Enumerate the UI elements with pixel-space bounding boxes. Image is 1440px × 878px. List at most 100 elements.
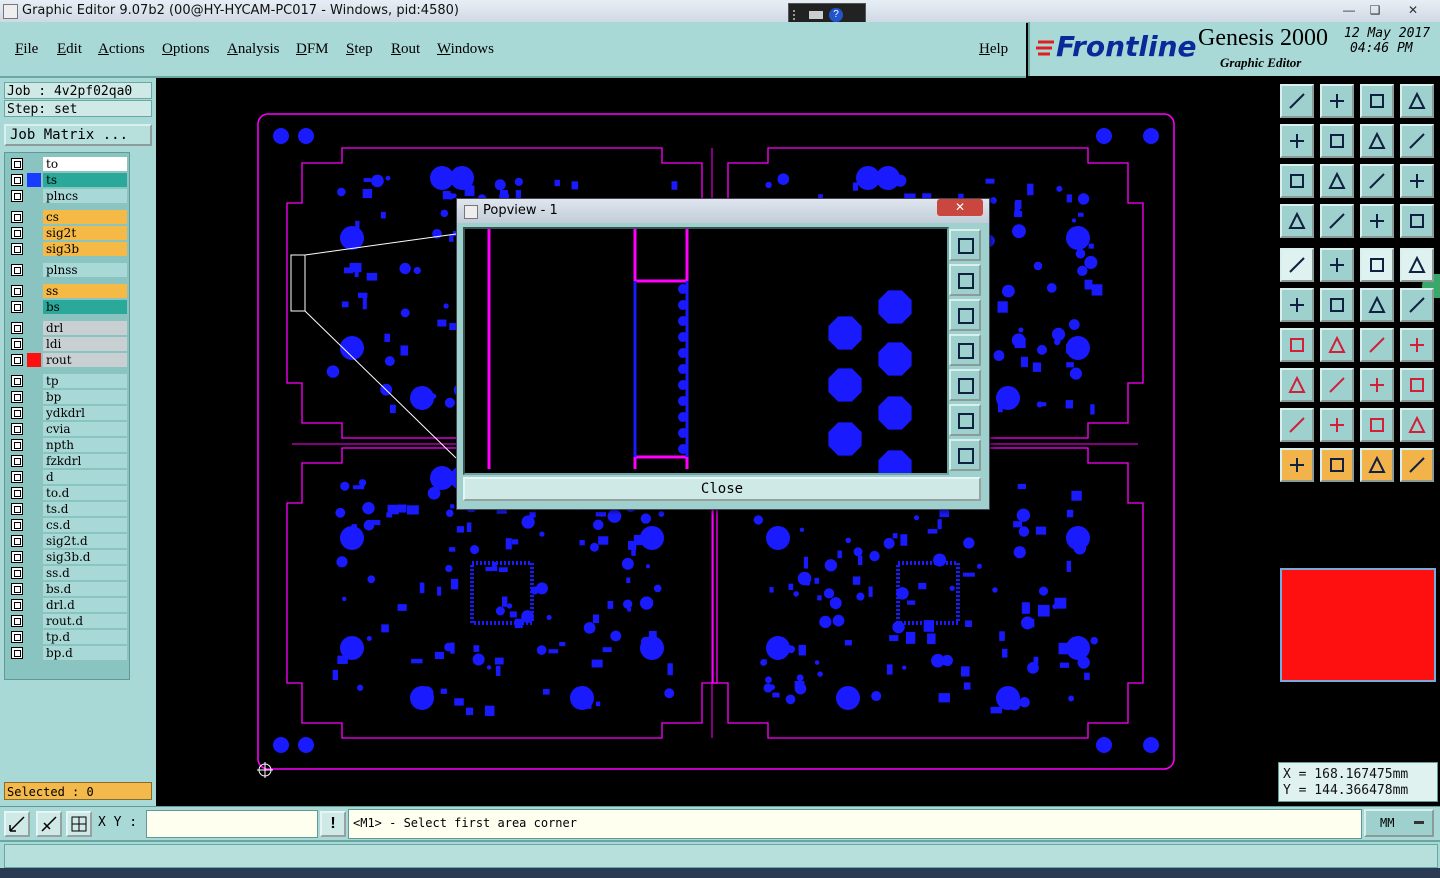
layer-row-sig3b-d[interactable]: sig3b.d xyxy=(9,550,127,564)
layer-checkbox[interactable] xyxy=(11,301,23,313)
layer-row-plnss[interactable]: plnss xyxy=(9,263,127,277)
zoom-extent-button[interactable] xyxy=(1280,164,1314,198)
layer-checkbox[interactable] xyxy=(11,567,23,579)
layer-color-swatch[interactable] xyxy=(27,242,41,256)
layer-name[interactable]: fzkdrl xyxy=(43,454,127,468)
popview-up-button[interactable] xyxy=(949,264,981,296)
triangle-button[interactable] xyxy=(1280,408,1314,442)
layer-color-swatch[interactable] xyxy=(27,406,41,420)
layer-name[interactable]: rout.d xyxy=(43,614,127,628)
layer-row-ts-d[interactable]: ts.d xyxy=(9,502,127,516)
layer-color-swatch[interactable] xyxy=(27,454,41,468)
bridge-button[interactable] xyxy=(1400,408,1434,442)
snap-mode-button[interactable] xyxy=(4,811,30,837)
layer-row-bp[interactable]: bp xyxy=(9,390,127,404)
layer-color-swatch[interactable] xyxy=(27,353,41,367)
layer-color-swatch[interactable] xyxy=(27,582,41,596)
ruler-button[interactable] xyxy=(1360,248,1394,282)
layer-name[interactable]: drl.d xyxy=(43,598,127,612)
transform-button[interactable] xyxy=(1400,448,1434,482)
layer-checkbox[interactable] xyxy=(11,375,23,387)
layer-name[interactable]: sig2t xyxy=(43,226,127,240)
layer-row-ss[interactable]: ss xyxy=(9,284,127,298)
layer-color-swatch[interactable] xyxy=(27,646,41,660)
menu-help[interactable]: Help xyxy=(979,41,1008,58)
layer-checkbox[interactable] xyxy=(11,227,23,239)
layer-color-swatch[interactable] xyxy=(27,300,41,314)
layer-name[interactable]: rout xyxy=(43,353,127,367)
popview-center-button[interactable] xyxy=(949,439,981,471)
layer-color-swatch[interactable] xyxy=(27,470,41,484)
layer-row-rout-d[interactable]: rout.d xyxy=(9,614,127,628)
menu-actions[interactable]: Actions xyxy=(98,41,145,58)
layer-checkbox[interactable] xyxy=(11,519,23,531)
layer-checkbox[interactable] xyxy=(11,503,23,515)
layer-name[interactable]: d xyxy=(43,470,127,484)
layer-name[interactable]: bs xyxy=(43,300,127,314)
grid-mode-button[interactable] xyxy=(66,811,92,837)
query-button[interactable] xyxy=(1400,164,1434,198)
popview-zoom-button[interactable] xyxy=(949,229,981,261)
layer-color-swatch[interactable] xyxy=(27,518,41,532)
layer-name[interactable]: plncs xyxy=(43,189,127,203)
popview-right-button[interactable] xyxy=(949,369,981,401)
layer-checkbox[interactable] xyxy=(11,583,23,595)
menu-dfm[interactable]: DFM xyxy=(296,41,329,58)
layer-name[interactable]: ldi xyxy=(43,337,127,351)
layer-checkbox[interactable] xyxy=(11,211,23,223)
layer-row-cs-d[interactable]: cs.d xyxy=(9,518,127,532)
cross-button[interactable] xyxy=(1320,288,1354,322)
layer-checkbox[interactable] xyxy=(11,322,23,334)
layer-checkbox[interactable] xyxy=(11,391,23,403)
color-button[interactable] xyxy=(1320,248,1354,282)
layer-row-bs[interactable]: bs xyxy=(9,300,127,314)
layer-row-to-d[interactable]: to.d xyxy=(9,486,127,500)
layer-name[interactable]: drl xyxy=(43,321,127,335)
layer-name[interactable]: ts.d xyxy=(43,502,127,516)
layer-row-tp-d[interactable]: tp.d xyxy=(9,630,127,644)
layers-alt-button[interactable] xyxy=(1400,204,1434,238)
settings-button[interactable] xyxy=(1280,204,1314,238)
zoom-in-button[interactable] xyxy=(1320,84,1354,118)
layer-checkbox[interactable] xyxy=(11,243,23,255)
move-button[interactable] xyxy=(1280,368,1314,402)
layer-name[interactable]: npth xyxy=(43,438,127,452)
layer-checkbox[interactable] xyxy=(11,599,23,611)
layer-checkbox[interactable] xyxy=(11,455,23,467)
arch-button[interactable] xyxy=(1360,408,1394,442)
layer-color-swatch[interactable] xyxy=(27,502,41,516)
layer-checkbox[interactable] xyxy=(11,615,23,627)
layer-name[interactable]: cs xyxy=(43,210,127,224)
layer-checkbox[interactable] xyxy=(11,354,23,366)
layer-row-ts[interactable]: ts xyxy=(9,173,127,187)
layer-row-bs-d[interactable]: bs.d xyxy=(9,582,127,596)
layer-row-ss-d[interactable]: ss.d xyxy=(9,566,127,580)
popview-left-button[interactable] xyxy=(949,334,981,366)
rotate-button[interactable] xyxy=(1360,448,1394,482)
layer-color-swatch[interactable] xyxy=(27,321,41,335)
layer-row-sig2t[interactable]: sig2t xyxy=(9,226,127,240)
menu-analysis[interactable]: Analysis xyxy=(227,41,280,58)
layer-name[interactable]: tp.d xyxy=(43,630,127,644)
line-tool-button[interactable] xyxy=(1320,204,1354,238)
peak-button[interactable] xyxy=(1320,408,1354,442)
layer-checkbox[interactable] xyxy=(11,407,23,419)
layer-checkbox[interactable] xyxy=(11,423,23,435)
layer-color-swatch[interactable] xyxy=(27,226,41,240)
layer-checkbox[interactable] xyxy=(11,158,23,170)
layer-row-bp-d[interactable]: bp.d xyxy=(9,646,127,660)
layer-row-sig3b[interactable]: sig3b xyxy=(9,242,127,256)
group-button[interactable] xyxy=(1400,368,1434,402)
job-matrix-button[interactable]: Job Matrix ... xyxy=(4,124,152,146)
menu-rout[interactable]: Rout xyxy=(391,41,420,58)
layer-row-to[interactable]: to xyxy=(9,157,127,171)
layer-row-cvia[interactable]: cvia xyxy=(9,422,127,436)
layer-color-swatch[interactable] xyxy=(27,422,41,436)
layer-row-plncs[interactable]: plncs xyxy=(9,189,127,203)
menu-step[interactable]: Step xyxy=(346,41,373,58)
layer-name[interactable]: plnss xyxy=(43,263,127,277)
layer-color-swatch[interactable] xyxy=(27,173,41,187)
layer-color-swatch[interactable] xyxy=(27,189,41,203)
layer-list-scrollbar[interactable] xyxy=(130,152,152,680)
menu-windows[interactable]: Windows xyxy=(437,41,494,58)
